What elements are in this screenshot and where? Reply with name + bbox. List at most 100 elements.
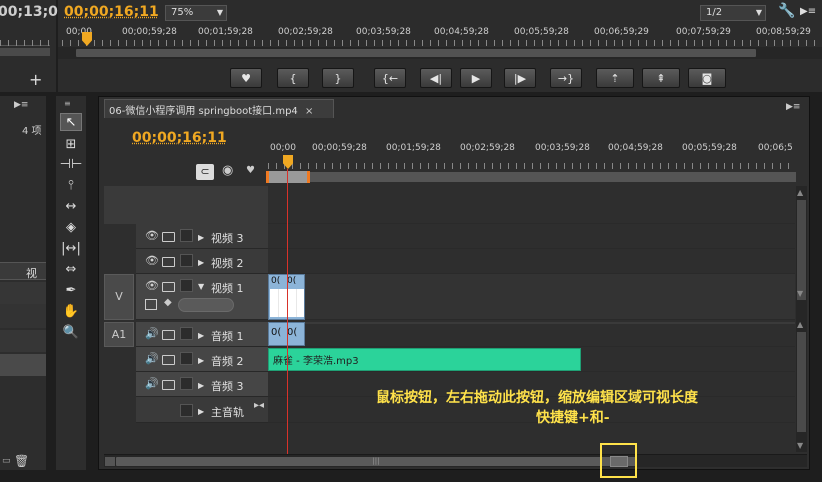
tab-timeline[interactable]: 06-微信小程序调用 springboot接口.mp4 × <box>104 99 334 118</box>
hand-tool-icon[interactable]: ✋ <box>60 302 82 320</box>
resolution-select[interactable]: 1/2 ▼ <box>700 5 766 21</box>
add-marker-icon[interactable]: ♥ <box>246 165 255 176</box>
track-select-tool-icon[interactable]: ⊞ <box>60 135 82 153</box>
list-item[interactable] <box>0 330 46 352</box>
go-to-out-button[interactable]: →} <box>550 68 582 88</box>
expand-track-icon[interactable]: ▶ <box>198 356 204 365</box>
step-back-button[interactable]: ◀| <box>420 68 452 88</box>
scroll-down-icon[interactable]: ▼ <box>797 441 803 450</box>
film-icon[interactable] <box>162 380 175 390</box>
program-timecode[interactable]: 00;00;16;11 <box>64 4 159 20</box>
panel-menu-icon[interactable]: ▶≡ <box>786 102 800 112</box>
panel-menu-icon[interactable]: ▶≡ <box>800 6 816 17</box>
column-header[interactable]: 视 <box>0 262 46 280</box>
eye-icon[interactable]: 👁 <box>145 279 159 292</box>
film-icon[interactable] <box>162 232 175 242</box>
v-source-patch[interactable]: V <box>104 274 134 320</box>
selection-tool-icon[interactable]: ↖ <box>60 113 82 131</box>
slide-tool-icon[interactable]: ⇔ <box>60 260 82 278</box>
zoom-select[interactable]: 75% ▼ <box>165 5 227 21</box>
slip-tool-icon[interactable]: |↔| <box>60 239 82 257</box>
timeline-timecode[interactable]: 00;00;16;11 <box>132 130 227 146</box>
keyframe-nav[interactable] <box>178 298 234 312</box>
master-level-icon[interactable]: ▸◂ <box>254 400 264 411</box>
rate-stretch-tool-icon[interactable]: ↔ <box>60 197 82 215</box>
mark-in-button[interactable]: { <box>277 68 309 88</box>
panel-menu-icon[interactable]: ≡ <box>64 99 71 108</box>
rolling-edit-tool-icon[interactable]: ⫯ <box>60 176 82 194</box>
add-marker-button[interactable]: ♥ <box>230 68 262 88</box>
scroll-up-icon[interactable]: ▲ <box>797 320 803 329</box>
eye-icon[interactable]: 👁 <box>145 254 159 267</box>
collapse-track-icon[interactable]: ▼ <box>198 282 204 291</box>
zoom-scroll-thumb[interactable]: ||| <box>116 457 636 466</box>
lock-toggle[interactable] <box>180 327 193 340</box>
film-icon[interactable] <box>162 330 175 340</box>
master-toggle[interactable] <box>180 404 193 417</box>
film-icon[interactable] <box>162 257 175 267</box>
ruler-tick-label: 00;00 <box>270 143 296 153</box>
timeline-vertical-scrollbar[interactable]: ▲ ▼ ▲ ▼ <box>796 186 807 452</box>
list-item-selected[interactable] <box>0 354 46 376</box>
export-frame-button[interactable]: ◙ <box>688 68 726 88</box>
trash-icon[interactable]: 🗑 <box>14 454 29 468</box>
expand-track-icon[interactable]: ▶ <box>198 381 204 390</box>
panel-menu-icon[interactable]: ▶≡ <box>14 100 28 110</box>
speaker-icon[interactable]: 🔊 <box>145 352 159 365</box>
scroll-up-icon[interactable]: ▲ <box>797 188 803 197</box>
scroll-thumb[interactable] <box>797 200 806 300</box>
lock-toggle[interactable] <box>180 352 193 365</box>
lock-toggle[interactable] <box>180 279 193 292</box>
expand-track-icon[interactable]: ▶ <box>198 258 204 267</box>
ripple-edit-tool-icon[interactable]: ⊣⊢ <box>60 155 83 173</box>
scroll-down-icon[interactable]: ▼ <box>797 289 803 298</box>
timeline-zoom-scrollbar[interactable]: ||| <box>104 454 807 467</box>
scroll-left-handle[interactable] <box>105 457 115 466</box>
film-icon[interactable] <box>162 282 175 292</box>
clip-label: 0( <box>271 276 281 286</box>
marker-icon[interactable]: ◉ <box>222 163 233 178</box>
source-scrollbar[interactable] <box>0 48 50 56</box>
track-lane-video-3[interactable] <box>268 224 795 249</box>
film-icon[interactable] <box>162 355 175 365</box>
work-area-bar[interactable] <box>268 172 796 182</box>
track-lane-video-1[interactable] <box>268 274 795 320</box>
razor-tool-icon[interactable]: ◈ <box>60 218 82 236</box>
pen-tool-icon[interactable]: ✒ <box>60 281 82 299</box>
expand-track-icon[interactable]: ▶ <box>198 407 204 416</box>
eye-icon[interactable]: 👁 <box>145 229 159 242</box>
speaker-icon[interactable]: 🔊 <box>145 377 159 390</box>
add-icon[interactable]: + <box>29 70 42 89</box>
track-lane-empty[interactable] <box>268 186 795 224</box>
snap-icon[interactable]: ⊂ <box>196 164 214 180</box>
work-area-handle[interactable] <box>266 171 310 183</box>
go-to-in-button[interactable]: {← <box>374 68 406 88</box>
program-scrollbar[interactable] <box>58 47 822 59</box>
a1-source-patch[interactable]: A1 <box>104 322 134 347</box>
list-icon[interactable]: ▭ <box>2 456 11 466</box>
list-item[interactable] <box>0 304 46 328</box>
extract-button[interactable]: ⇞ <box>642 68 680 88</box>
expand-track-icon[interactable]: ▶ <box>198 331 204 340</box>
keyframe-icon[interactable]: ◆ <box>164 297 172 308</box>
close-icon[interactable]: × <box>305 106 313 117</box>
program-ruler[interactable]: 00;00 00;00;59;28 00;01;59;28 00;02;59;28 00… <box>62 25 822 47</box>
track-lane-audio-1[interactable] <box>268 322 795 347</box>
lock-toggle[interactable] <box>180 254 193 267</box>
step-forward-button[interactable]: |▶ <box>504 68 536 88</box>
lock-toggle[interactable] <box>180 229 193 242</box>
expand-track-icon[interactable]: ▶ <box>198 233 204 242</box>
wrench-icon[interactable]: 🔧 <box>778 3 795 19</box>
play-button[interactable]: ▶ <box>460 68 492 88</box>
audio-clip-2[interactable]: 麻雀 - 李荣浩.mp3 <box>268 348 581 371</box>
list-item[interactable] <box>0 282 46 304</box>
mark-out-button[interactable]: } <box>322 68 354 88</box>
track-lane-video-2[interactable] <box>268 249 795 274</box>
display-style-icon[interactable] <box>145 299 157 310</box>
speaker-icon[interactable]: 🔊 <box>145 327 159 340</box>
zoom-tool-icon[interactable]: 🔍 <box>60 323 82 341</box>
timeline-ruler[interactable]: 00;00 00;00;59;28 00;01;59;28 00;02;59;28 00… <box>266 138 796 183</box>
lift-button[interactable]: ⇡ <box>596 68 634 88</box>
lock-toggle[interactable] <box>180 377 193 390</box>
scroll-thumb[interactable] <box>797 332 806 432</box>
